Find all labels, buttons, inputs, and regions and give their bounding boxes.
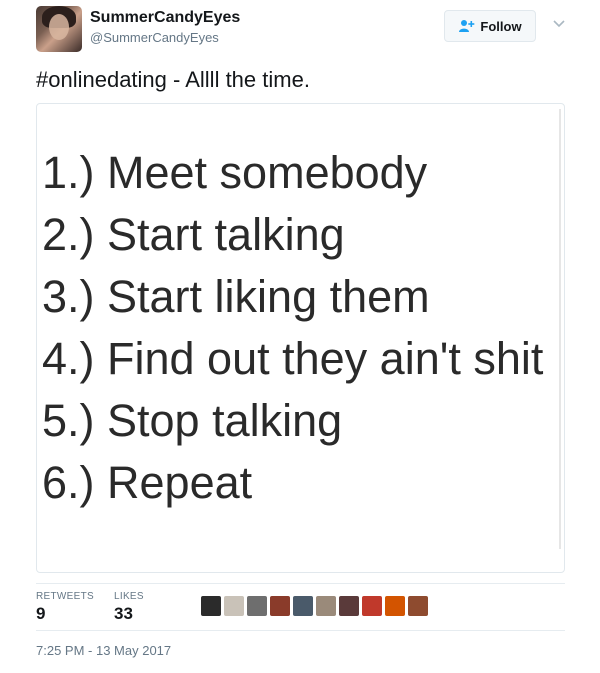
timestamp[interactable]: 7:25 PM - 13 May 2017 (36, 643, 171, 658)
user-handle[interactable]: @SummerCandyEyes (90, 30, 219, 45)
image-text-list: 1.) Meet somebody 2.) Start talking 3.) … (42, 142, 543, 514)
retweets-count[interactable]: 9 (36, 604, 45, 624)
display-name[interactable]: SummerCandyEyes (90, 9, 240, 27)
follow-person-plus-icon (459, 20, 475, 32)
chevron-down-icon[interactable] (551, 15, 567, 31)
likes-count[interactable]: 33 (114, 604, 133, 624)
liker-avatar[interactable] (408, 596, 428, 616)
follow-label: Follow (480, 18, 522, 34)
image-scroll-edge (559, 109, 561, 549)
liker-avatar[interactable] (339, 596, 359, 616)
retweets-label[interactable]: RETWEETS (36, 591, 94, 602)
avatar[interactable] (36, 6, 82, 52)
image-line: 1.) Meet somebody (42, 147, 428, 198)
likers-avatars (201, 596, 428, 618)
avatar-face (49, 14, 69, 40)
liker-avatar[interactable] (316, 596, 336, 616)
image-line: 5.) Stop talking (42, 395, 343, 446)
liker-avatar[interactable] (270, 596, 290, 616)
liker-avatar[interactable] (201, 596, 221, 616)
image-line: 2.) Start talking (42, 209, 345, 260)
liker-avatar[interactable] (224, 596, 244, 616)
liker-avatar[interactable] (362, 596, 382, 616)
image-line: 4.) Find out they ain't shit (42, 333, 544, 384)
stats-divider-top (36, 583, 565, 584)
stats-divider-bottom (36, 630, 565, 631)
follow-button[interactable]: Follow (444, 10, 536, 42)
likes-label[interactable]: LIKES (114, 591, 144, 602)
liker-avatar[interactable] (293, 596, 313, 616)
tweet-text: #onlinedating - Allll the time. (36, 67, 310, 92)
image-line: 3.) Start liking them (42, 271, 430, 322)
tweet-image[interactable]: 1.) Meet somebody 2.) Start talking 3.) … (36, 103, 565, 573)
liker-avatar[interactable] (385, 596, 405, 616)
image-line: 6.) Repeat (42, 457, 253, 508)
liker-avatar[interactable] (247, 596, 267, 616)
